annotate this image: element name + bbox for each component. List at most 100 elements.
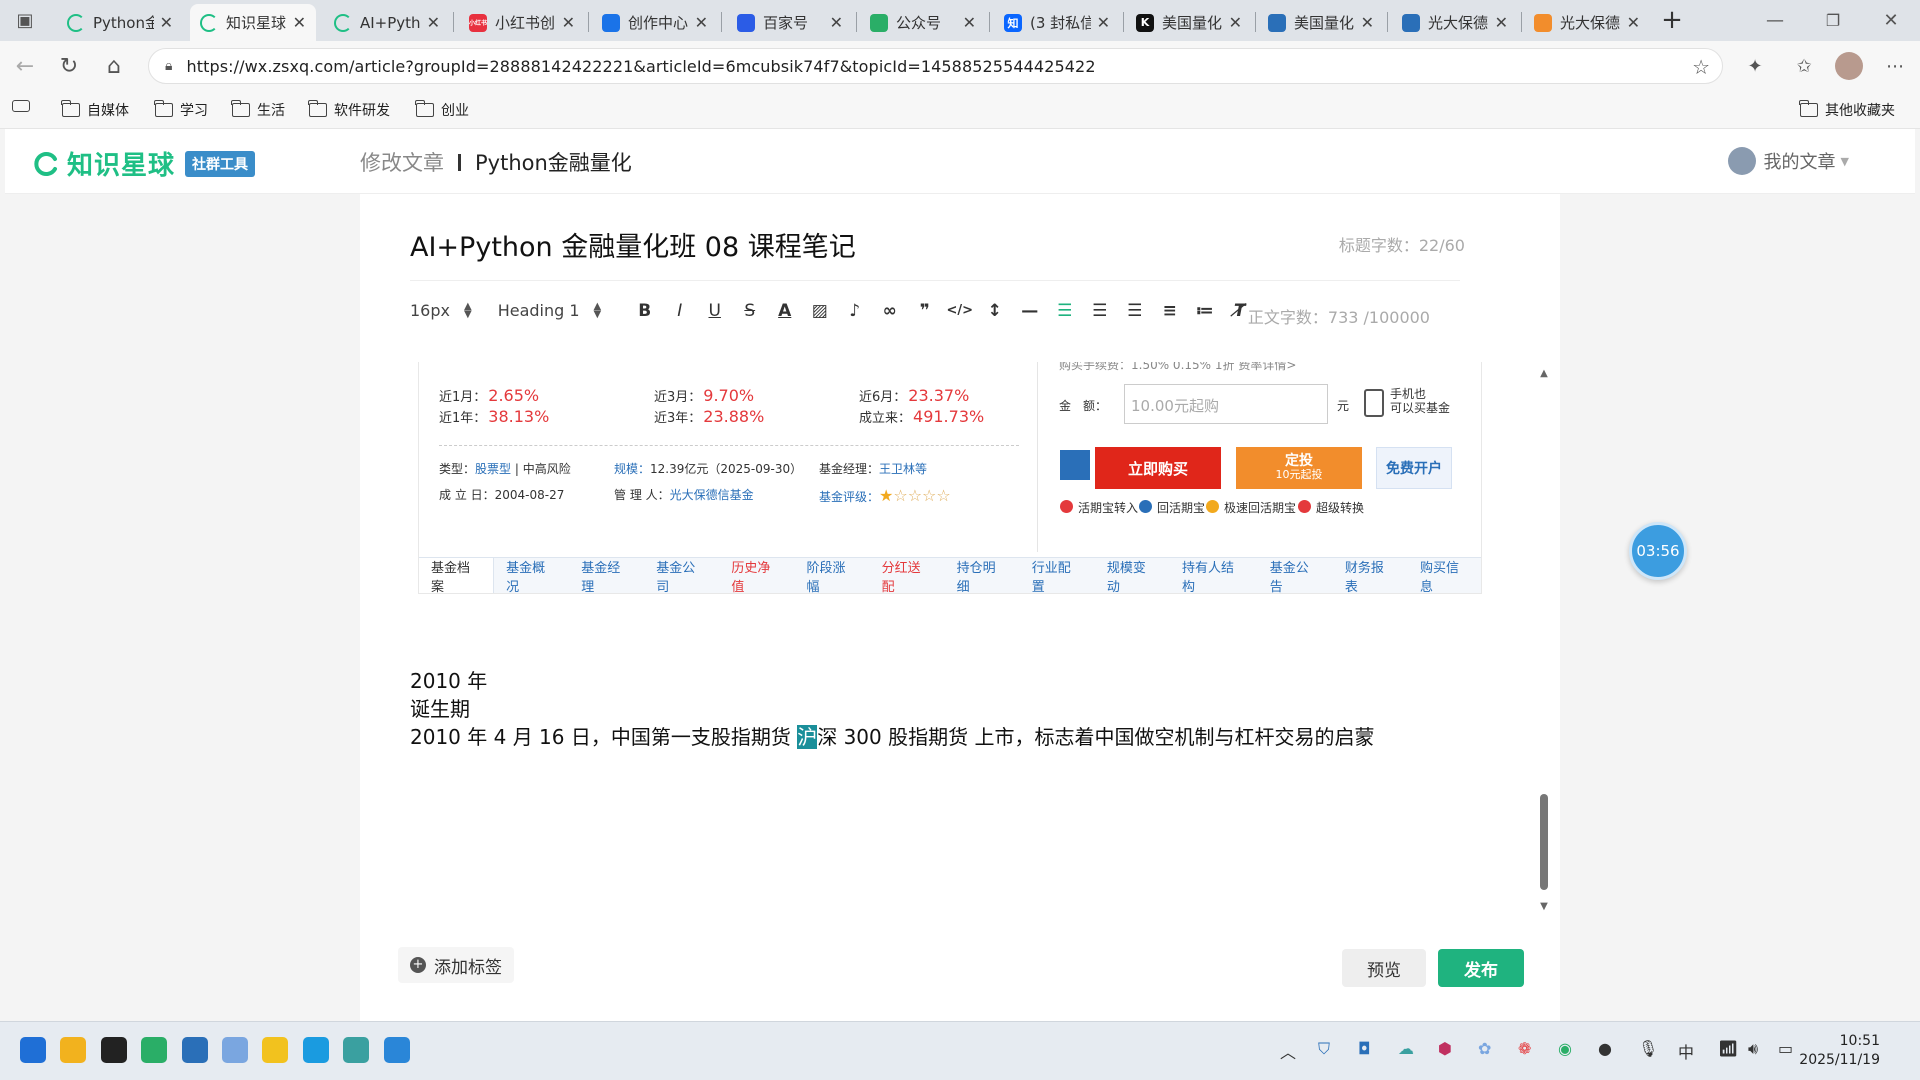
bookmark-folder[interactable]: 生活 [231,100,285,120]
crumb-group[interactable]: Python金融量化 [475,147,632,177]
fund-tab[interactable]: 购买信息 [1408,558,1481,593]
restore-icon[interactable]: ❐ [1818,5,1848,35]
publish-button[interactable]: 发布 [1438,949,1524,987]
new-tab-icon[interactable]: + [1657,5,1687,35]
fund-tab[interactable]: 基金档案 [419,558,495,593]
ordered-list-icon[interactable]: ≡ [1152,301,1187,321]
buy-now-button[interactable]: 立即购买 [1095,447,1221,489]
tab-actions-icon[interactable]: ▣ [10,5,40,35]
image-icon[interactable]: ▨ [802,301,837,321]
volume-icon[interactable]: 🔊︎ [1748,1039,1758,1059]
cloud-tray-icon[interactable]: ☁ [1398,1039,1414,1058]
divider-icon[interactable]: — [1012,301,1047,321]
bookmark-folder[interactable]: 学习 [154,100,208,120]
close-tab-icon[interactable]: ✕ [427,13,440,32]
audio-icon[interactable]: ♪ [837,301,872,321]
bookmark-folder[interactable]: 自媒体 [61,100,129,120]
paragraph-event[interactable]: 2010 年 4 月 16 日，中国第一支股指期货 沪深 300 股指期货 上市… [410,721,1374,750]
browser-tab[interactable]: Python金 ✕ [57,4,183,41]
close-tab-icon[interactable]: ✕ [830,13,843,32]
font-color-icon[interactable]: A [767,301,802,321]
ai-assistant-icon[interactable] [222,1037,248,1063]
link-icon[interactable]: ∞ [872,301,907,321]
qq-icon[interactable] [101,1037,127,1063]
scroll-up-icon[interactable]: ▲ [1538,368,1550,379]
minimize-icon[interactable]: — [1760,5,1790,35]
address-bar[interactable]: 🔒︎ https://wx.zsxq.com/article?groupId=2… [148,48,1723,84]
media-icon[interactable] [262,1037,288,1063]
browser-tab[interactable]: 创作中心 ✕ [592,4,718,41]
close-tab-icon[interactable]: ✕ [160,13,173,32]
wechat-icon[interactable] [141,1037,167,1063]
browser-tab[interactable]: 小红书 小红书创 ✕ [459,4,585,41]
fund-tab[interactable]: 持仓明细 [945,558,1020,593]
close-tab-icon[interactable]: ✕ [1361,13,1374,32]
close-tab-icon[interactable]: ✕ [963,13,976,32]
fund-tab[interactable]: 历史净值 [719,558,794,593]
fund-tab[interactable]: 基金公司 [644,558,719,593]
file-explorer-icon[interactable] [60,1037,86,1063]
favorites-icon[interactable]: ✩ [1789,51,1819,81]
strikethrough-icon[interactable]: S [732,301,767,321]
my-articles-menu[interactable]: 我的文章 ▼ [1727,147,1849,175]
close-tab-icon[interactable]: ✕ [1229,13,1242,32]
fixed-investment-button[interactable]: 定投 10元起投 [1236,447,1362,489]
heading-select[interactable]: Heading 1 ▲ ▼ [498,301,602,320]
floating-timer[interactable]: 03:56 [1629,522,1687,580]
cloud-icon[interactable] [343,1037,369,1063]
underline-icon[interactable]: U [697,301,732,321]
article-title-input[interactable]: AI+Python 金融量化班 08 课程笔记 [410,225,856,264]
security-tray-icon[interactable]: ⛉ [1318,1039,1330,1059]
wifi-icon[interactable]: 📶︎ [1718,1039,1738,1058]
preview-button[interactable]: 预览 [1342,949,1426,987]
fund-service-link[interactable]: 极速回活期宝 [1206,499,1296,516]
add-tag-button[interactable]: + 添加标签 [398,947,514,983]
amount-input[interactable]: 10.00元起购 [1124,384,1328,424]
extensions-icon[interactable]: ✦ [1740,51,1770,81]
close-tab-icon[interactable]: ✕ [1627,13,1640,32]
quote-icon[interactable]: ❞ [907,301,942,321]
home-icon[interactable]: ⌂ [99,51,129,81]
site-logo[interactable]: 知识星球 社群工具 [33,145,256,182]
notepad-icon[interactable] [384,1037,410,1063]
tray-overflow-icon[interactable]: ︿ [1280,1039,1296,1063]
edge-icon[interactable] [303,1037,329,1063]
collections-icon[interactable] [12,100,30,112]
start-icon[interactable] [20,1037,46,1063]
fund-service-link[interactable]: 活期宝转入 [1060,499,1138,516]
fund-tab[interactable]: 分红送配 [870,558,945,593]
tray-icon[interactable]: ❁ [1518,1039,1531,1058]
reload-icon[interactable]: ↻ [54,51,84,81]
bookmark-other[interactable]: 其他收藏夹 [1799,100,1895,120]
scroll-down-icon[interactable]: ▼ [1538,901,1550,912]
fund-tab[interactable]: 基金概况 [494,558,569,593]
battery-icon[interactable]: ▭ [1778,1039,1793,1058]
browser-tab[interactable]: 美国量化 ✕ [1258,4,1384,41]
fund-service-link[interactable]: 超级转换 [1298,499,1364,516]
close-window-icon[interactable]: ✕ [1876,5,1906,35]
open-account-button[interactable]: 免费开户 [1376,447,1452,489]
fund-tab[interactable]: 财务报表 [1333,558,1408,593]
paragraph-stage[interactable]: 诞生期 [410,693,470,722]
profile-avatar[interactable] [1834,51,1864,81]
browser-tab[interactable]: 知识星球 ✕ [190,4,316,41]
ai-tray-icon[interactable]: ✿ [1478,1039,1491,1058]
system-clock[interactable]: 10:51 2025/11/19 [1799,1032,1880,1070]
ime-indicator[interactable]: 中 [1678,1039,1694,1063]
browser-tab[interactable]: 公众号 ✕ [860,4,986,41]
align-left-icon[interactable]: ☰ [1047,301,1082,321]
fund-tab[interactable]: 持有人结构 [1170,558,1258,593]
site-info-icon[interactable]: 🔒︎ [165,58,172,74]
close-tab-icon[interactable]: ✕ [562,13,575,32]
close-tab-icon[interactable]: ✕ [695,13,708,32]
fund-tab[interactable]: 规模变动 [1095,558,1170,593]
align-right-icon[interactable]: ☰ [1117,301,1152,321]
bookmark-folder[interactable]: 软件研发 [308,100,390,120]
close-tab-icon[interactable]: ✕ [1495,13,1508,32]
favorite-star-icon[interactable]: ☆ [1692,55,1710,79]
bullet-list-icon[interactable]: ≔ [1187,301,1222,321]
toolbox-icon[interactable] [182,1037,208,1063]
bookmark-folder[interactable]: 创业 [415,100,469,120]
back-icon[interactable]: ← [10,51,40,81]
qq-tray-icon[interactable]: ● [1598,1039,1612,1058]
